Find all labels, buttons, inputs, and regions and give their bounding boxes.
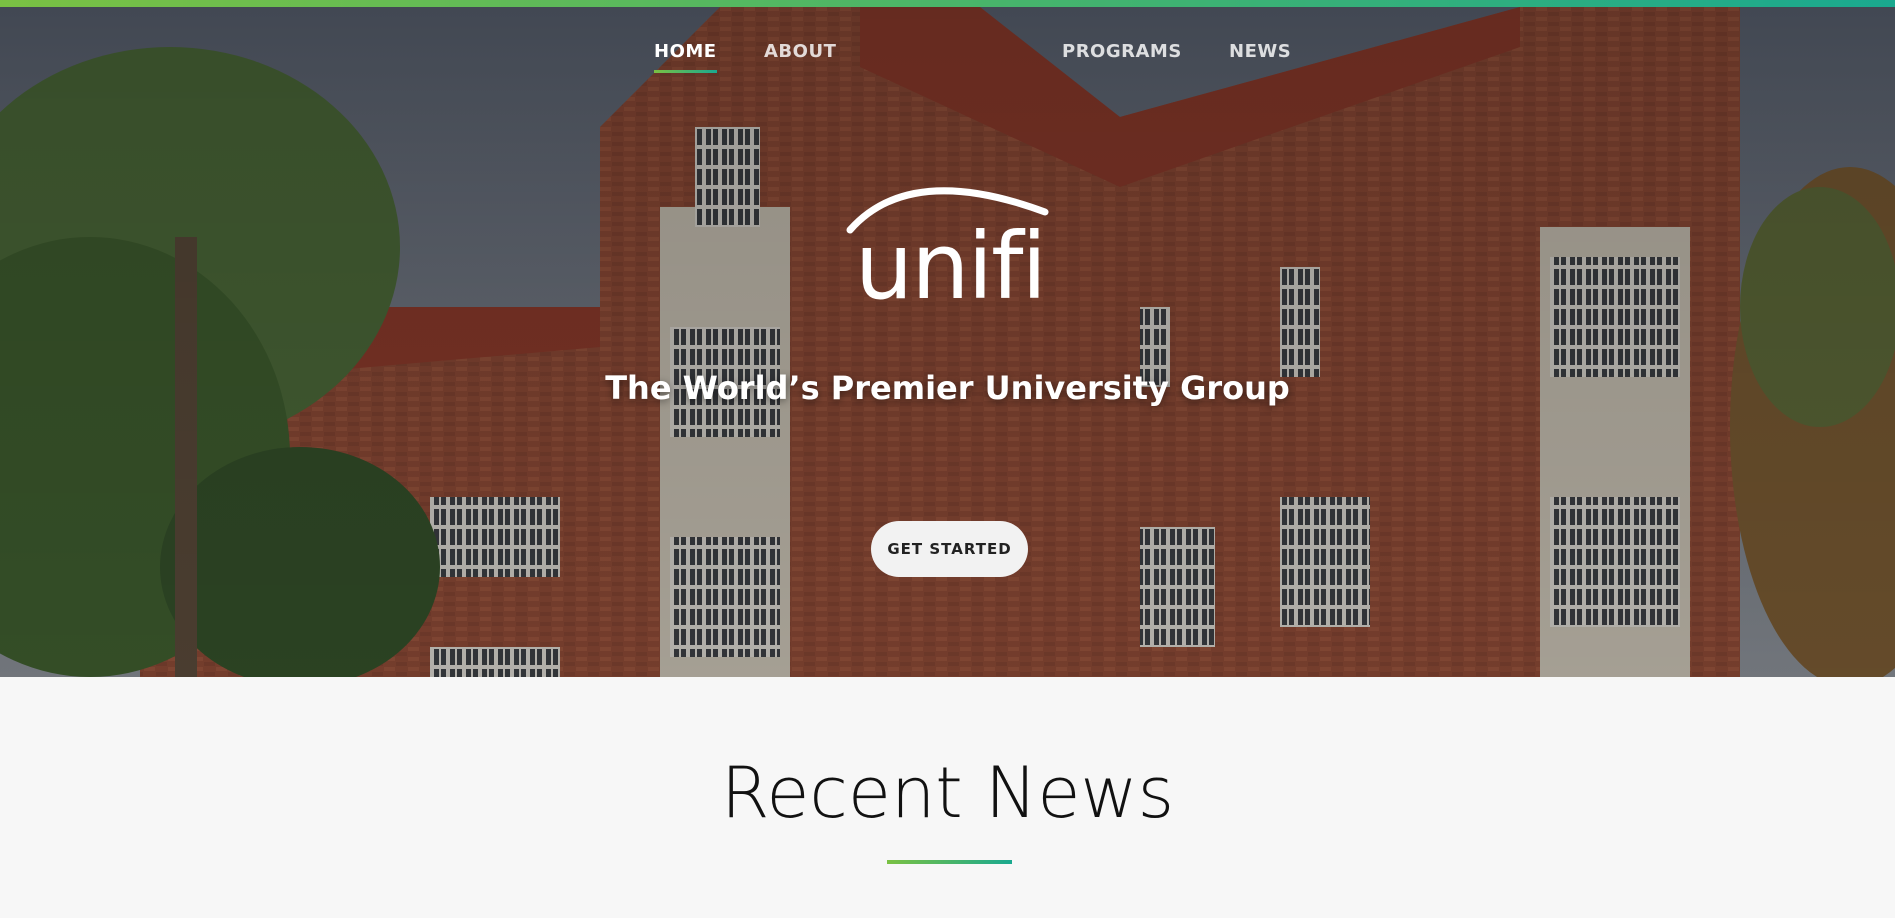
recent-news-heading: Recent News [720,752,1175,834]
get-started-button[interactable]: GET STARTED [871,521,1028,577]
nav-item-programs[interactable]: PROGRAMS [1062,41,1182,62]
nav-item-about[interactable]: ABOUT [764,41,836,62]
nav-item-home[interactable]: HOME [654,41,717,73]
hero-section: HOME ABOUT PROGRAMS NEWS unifi The World… [0,7,1895,677]
top-accent-bar [0,0,1895,7]
logo-wordmark: unifi [854,213,1047,320]
main-nav: HOME ABOUT PROGRAMS NEWS [0,41,1895,81]
heading-accent-rule [887,860,1012,864]
hero-tagline: The World’s Premier University Group [605,369,1290,407]
nav-item-home-label: HOME [654,41,717,62]
nav-item-news-label: NEWS [1229,41,1292,62]
nav-item-news[interactable]: NEWS [1229,41,1291,62]
nav-item-programs-label: PROGRAMS [1062,41,1182,62]
nav-item-about-label: ABOUT [764,41,837,62]
nav-active-underline [654,70,717,73]
unifi-logo: unifi [840,172,1060,327]
